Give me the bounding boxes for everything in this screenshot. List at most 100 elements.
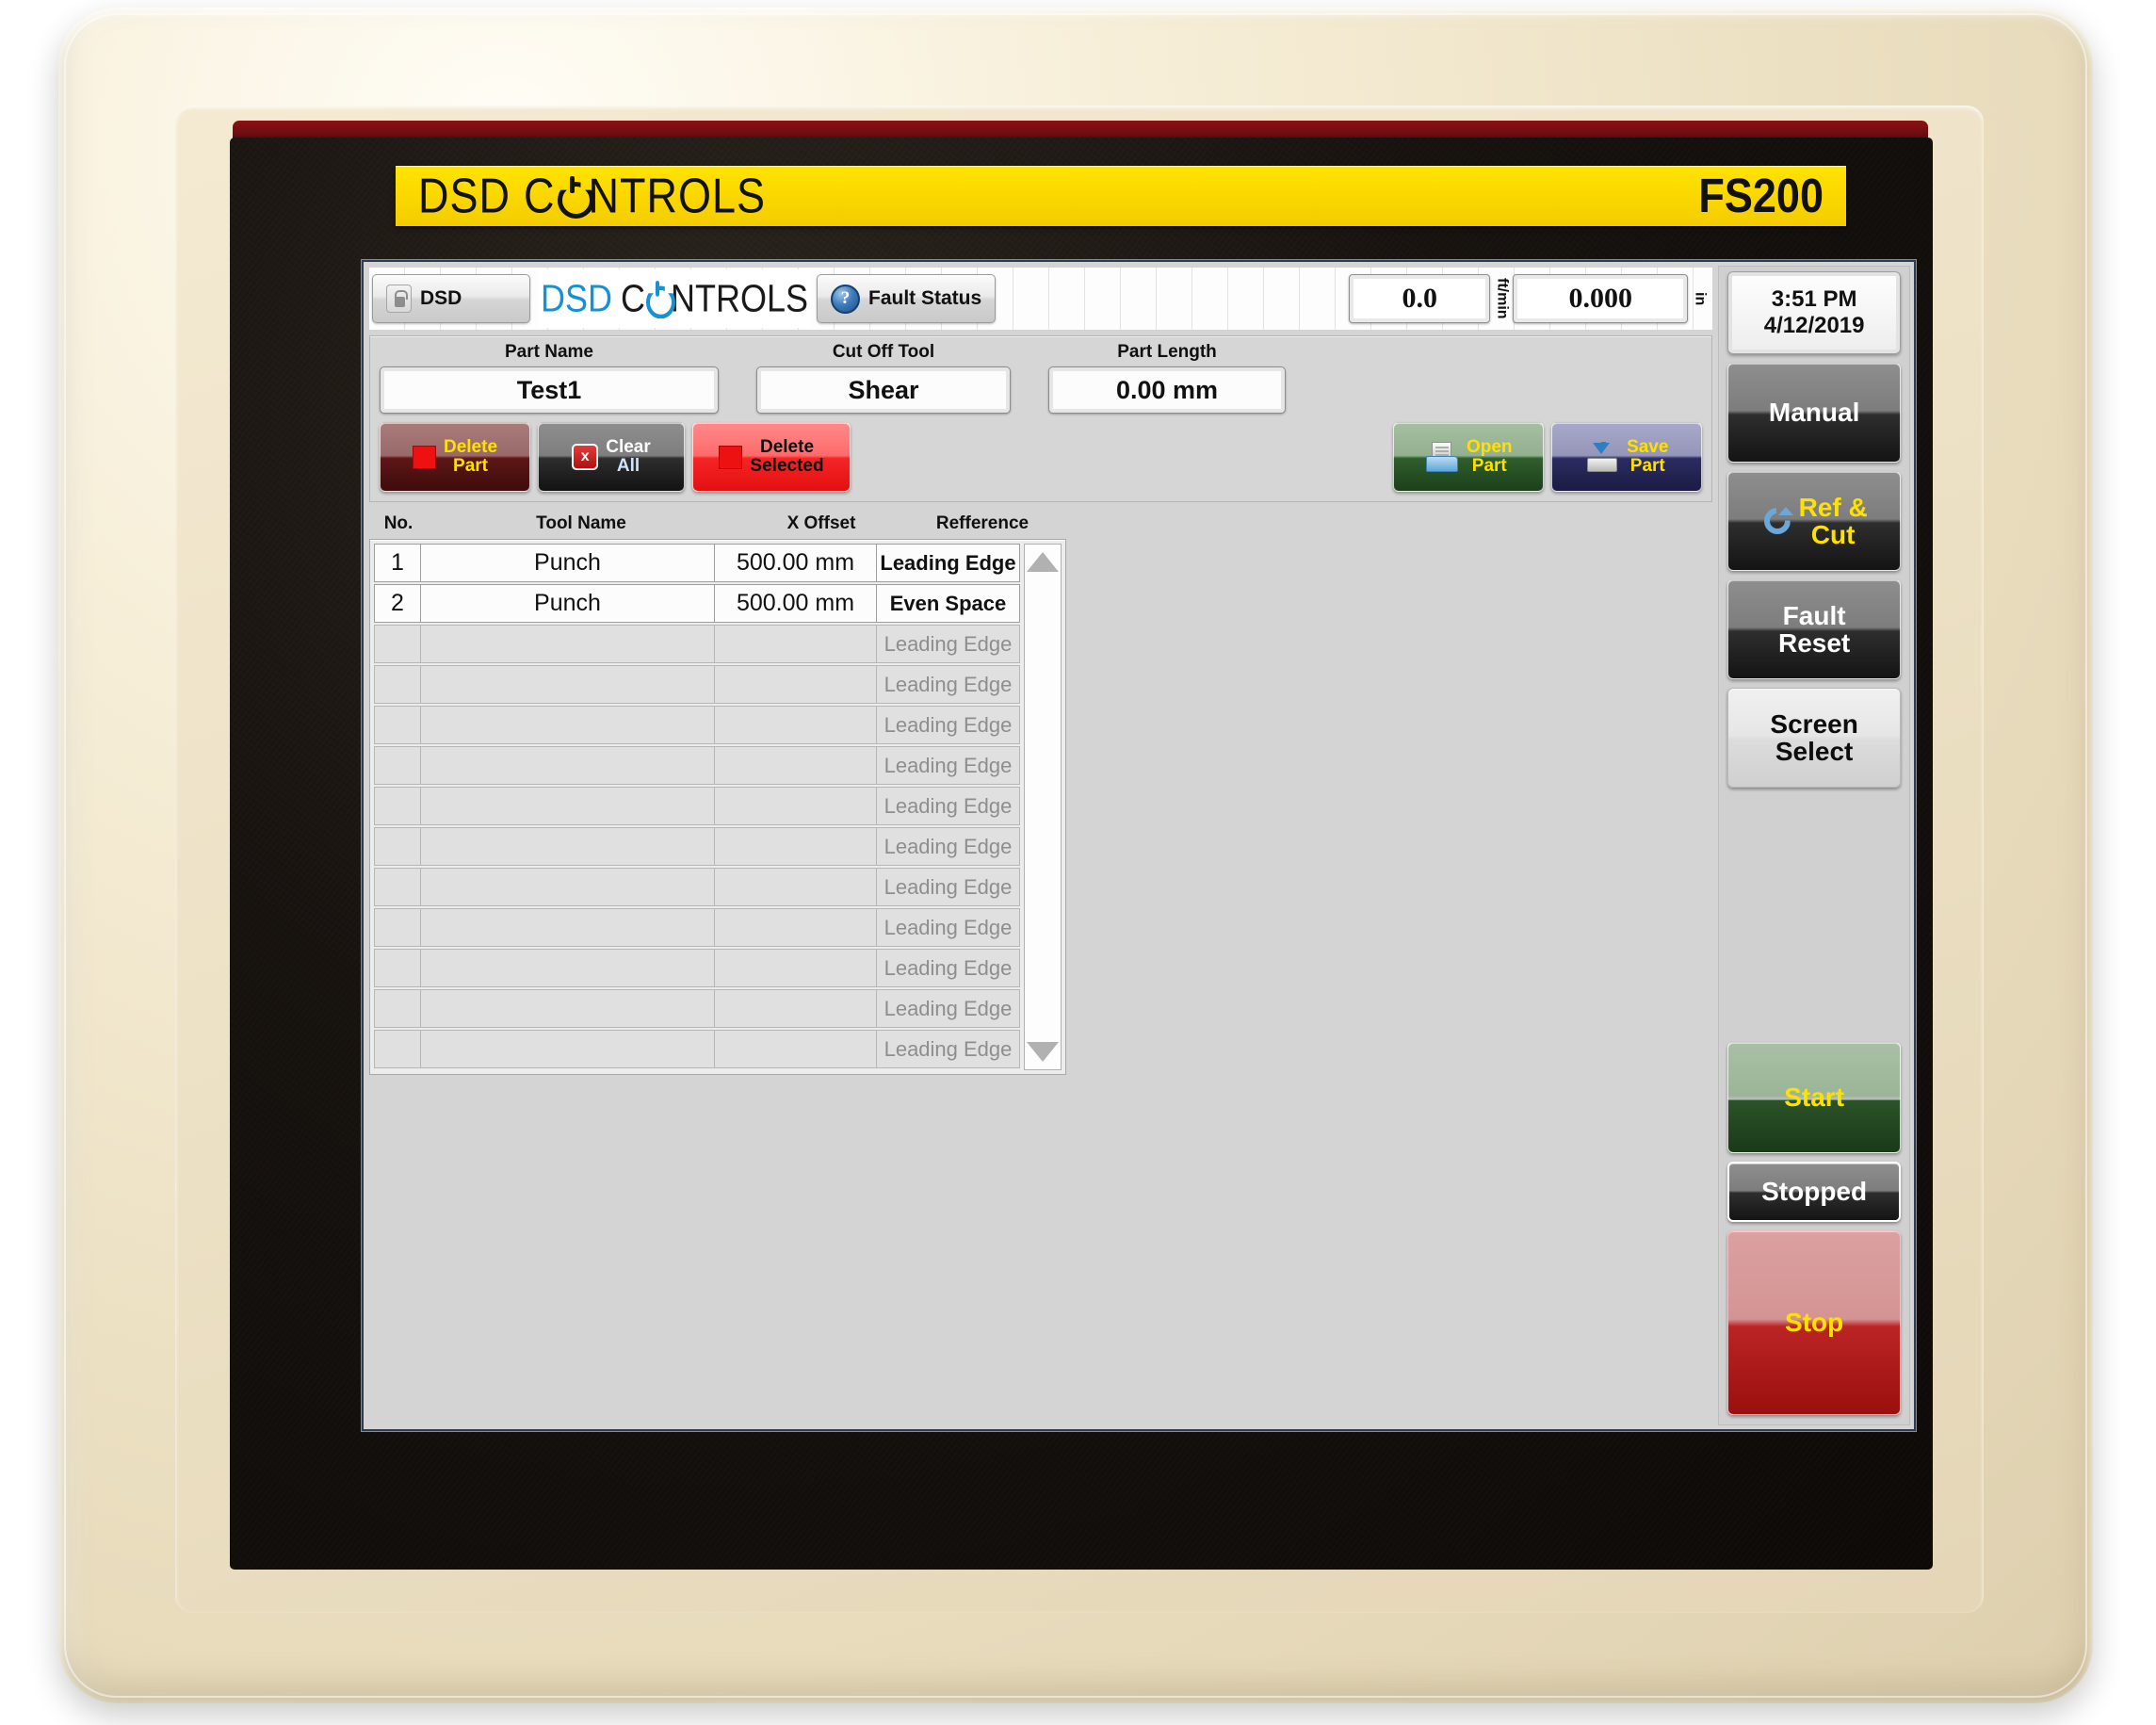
cell-no[interactable]: [374, 787, 421, 825]
cell-x-offset[interactable]: [715, 908, 877, 947]
save-part-button[interactable]: Save Part: [1551, 422, 1703, 492]
table-row[interactable]: Leading Edge: [374, 625, 1020, 663]
cell-no[interactable]: [374, 1030, 421, 1068]
length-readout[interactable]: 0.000: [1513, 274, 1689, 323]
screen-select-line2: Select: [1775, 737, 1854, 766]
scroll-up-arrow-icon[interactable]: [1027, 552, 1059, 572]
cell-tool-name[interactable]: [421, 868, 715, 906]
cell-no[interactable]: 2: [374, 584, 421, 623]
delete-part-button[interactable]: Delete Part: [380, 422, 530, 492]
table-row[interactable]: Leading Edge: [374, 908, 1020, 947]
cell-no[interactable]: [374, 989, 421, 1028]
cell-reference[interactable]: Leading Edge: [877, 1030, 1020, 1068]
ref-cut-label: Ref & Cut: [1799, 494, 1868, 548]
start-button[interactable]: Start: [1727, 1042, 1902, 1153]
table-row[interactable]: Leading Edge: [374, 989, 1020, 1028]
cell-no[interactable]: [374, 746, 421, 785]
cell-x-offset[interactable]: [715, 665, 877, 704]
cell-reference[interactable]: Leading Edge: [877, 827, 1020, 866]
clear-all-button[interactable]: x Clear All: [538, 422, 685, 492]
table-scrollbar[interactable]: [1024, 544, 1062, 1070]
table-row[interactable]: Leading Edge: [374, 665, 1020, 704]
fault-reset-button[interactable]: Fault Reset: [1727, 579, 1902, 679]
manual-mode-button[interactable]: Manual: [1727, 363, 1902, 463]
red-square-icon: [412, 445, 436, 469]
cell-x-offset[interactable]: [715, 989, 877, 1028]
cell-reference[interactable]: Leading Edge: [877, 625, 1020, 663]
table-row[interactable]: Leading Edge: [374, 706, 1020, 744]
cell-no[interactable]: [374, 908, 421, 947]
cell-tool-name[interactable]: [421, 665, 715, 704]
save-inbox-icon: [1585, 442, 1619, 472]
delete-selected-button[interactable]: Delete Selected: [692, 422, 851, 492]
cell-tool-name[interactable]: [421, 827, 715, 866]
cell-x-offset[interactable]: [715, 868, 877, 906]
cell-tool-name[interactable]: [421, 949, 715, 987]
ref-and-cut-button[interactable]: Ref & Cut: [1727, 471, 1902, 571]
cell-x-offset[interactable]: [715, 706, 877, 744]
tool-table-rows: 1 Punch 500.00 mm Leading Edge 2 Punch 500.00 …: [374, 544, 1020, 1070]
cell-tool-name[interactable]: [421, 746, 715, 785]
cell-reference[interactable]: Leading Edge: [877, 908, 1020, 947]
manual-label: Manual: [1768, 398, 1860, 428]
cut-off-tool-input[interactable]: Shear: [756, 366, 1011, 414]
table-row[interactable]: 2 Punch 500.00 mm Even Space: [374, 584, 1020, 623]
cell-tool-name[interactable]: [421, 625, 715, 663]
table-row[interactable]: Leading Edge: [374, 1030, 1020, 1068]
cell-reference[interactable]: Leading Edge: [877, 665, 1020, 704]
cell-no[interactable]: [374, 827, 421, 866]
screen-select-label: Screen Select: [1770, 710, 1857, 765]
cell-tool-name[interactable]: [421, 989, 715, 1028]
cell-x-offset[interactable]: [715, 1030, 877, 1068]
cell-reference[interactable]: Leading Edge: [877, 787, 1020, 825]
save-part-line2: Part: [1629, 456, 1665, 476]
table-row[interactable]: Leading Edge: [374, 827, 1020, 866]
cell-no[interactable]: [374, 665, 421, 704]
hmi-application: DSD DSD C NTROLS ? Fault Status 0.0 ft/m…: [362, 260, 1916, 1431]
cell-x-offset[interactable]: [715, 827, 877, 866]
cell-no[interactable]: 1: [374, 544, 421, 582]
cell-tool-name[interactable]: Punch: [421, 584, 715, 623]
cell-tool-name[interactable]: Punch: [421, 544, 715, 582]
cell-tool-name[interactable]: [421, 787, 715, 825]
table-row[interactable]: Leading Edge: [374, 949, 1020, 987]
part-length-input[interactable]: 0.00 mm: [1048, 366, 1286, 414]
table-row[interactable]: Leading Edge: [374, 787, 1020, 825]
cell-x-offset[interactable]: [715, 746, 877, 785]
screen-select-button[interactable]: Screen Select: [1727, 688, 1902, 788]
line-speed-readout[interactable]: 0.0: [1349, 274, 1491, 323]
cell-reference[interactable]: Leading Edge: [877, 949, 1020, 987]
fault-status-button[interactable]: ? Fault Status: [817, 274, 997, 323]
part-length-label: Part Length: [1117, 342, 1217, 362]
cell-tool-name[interactable]: [421, 908, 715, 947]
cell-x-offset[interactable]: 500.00 mm: [715, 584, 877, 623]
table-row[interactable]: Leading Edge: [374, 746, 1020, 785]
cell-x-offset[interactable]: [715, 949, 877, 987]
cell-no[interactable]: [374, 625, 421, 663]
cell-reference[interactable]: Leading Edge: [877, 868, 1020, 906]
cut-off-tool-field-group: Cut Off Tool Shear: [756, 342, 1011, 414]
part-name-input[interactable]: Test1: [380, 366, 719, 414]
cell-x-offset[interactable]: [715, 787, 877, 825]
part-name-field-group: Part Name Test1: [380, 342, 719, 414]
cell-tool-name[interactable]: [421, 1030, 715, 1068]
cell-no[interactable]: [374, 706, 421, 744]
speed-unit-label: ft/min: [1494, 278, 1511, 319]
table-row[interactable]: 1 Punch 500.00 mm Leading Edge: [374, 544, 1020, 582]
stop-button[interactable]: Stop: [1727, 1230, 1902, 1415]
cell-reference[interactable]: Leading Edge: [877, 706, 1020, 744]
cell-reference[interactable]: Even Space: [877, 584, 1020, 623]
cell-no[interactable]: [374, 949, 421, 987]
scroll-down-arrow-icon[interactable]: [1027, 1042, 1059, 1062]
cell-reference[interactable]: Leading Edge: [877, 989, 1020, 1028]
cell-x-offset[interactable]: [715, 625, 877, 663]
delete-selected-label: Delete Selected: [750, 437, 823, 476]
cell-tool-name[interactable]: [421, 706, 715, 744]
cell-reference[interactable]: Leading Edge: [877, 746, 1020, 785]
cell-no[interactable]: [374, 868, 421, 906]
open-part-button[interactable]: Open Part: [1393, 422, 1545, 492]
cell-reference[interactable]: Leading Edge: [877, 544, 1020, 582]
cell-x-offset[interactable]: 500.00 mm: [715, 544, 877, 582]
dsd-lock-button[interactable]: DSD: [372, 274, 530, 323]
table-row[interactable]: Leading Edge: [374, 868, 1020, 906]
